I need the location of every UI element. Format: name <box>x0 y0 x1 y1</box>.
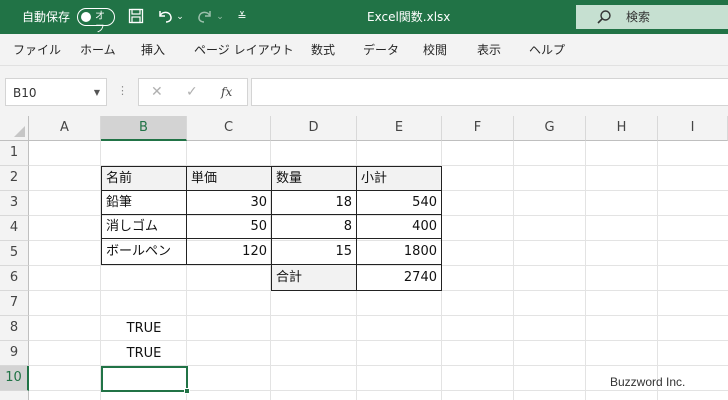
row-header-11[interactable] <box>0 391 29 400</box>
column-header-c[interactable]: C <box>187 116 271 141</box>
cell-e2[interactable]: 小計 <box>356 166 442 191</box>
redo-dropdown-icon[interactable]: ⌄ <box>215 8 225 26</box>
row-header-1[interactable]: 1 <box>0 141 29 166</box>
row-header-8[interactable]: 8 <box>0 316 29 341</box>
row-header-2[interactable]: 2 <box>0 166 29 191</box>
active-cell-b10[interactable] <box>101 366 190 394</box>
select-all-icon <box>14 126 25 137</box>
gridline <box>513 141 514 400</box>
column-header-e[interactable]: E <box>357 116 442 141</box>
formula-bar-row: B10 ▼ ⋮ ✕ ✓ fx <box>0 66 728 116</box>
name-box[interactable]: B10 ▼ <box>5 78 107 106</box>
cell-b9[interactable]: TRUE <box>101 341 187 366</box>
save-icon[interactable] <box>127 8 145 26</box>
column-header-a[interactable]: A <box>29 116 101 141</box>
cell-d3[interactable]: 18 <box>271 190 357 215</box>
cell-d5[interactable]: 15 <box>271 238 357 265</box>
cell-e3[interactable]: 540 <box>356 190 442 215</box>
tab-insert[interactable]: 挿入 <box>141 42 165 58</box>
document-title: Excel関数.xlsx <box>367 10 451 24</box>
autosave-toggle[interactable]: オフ <box>77 8 115 35</box>
title-bar: 自動保存 オフ ⌄ ⌄ ≚ Excel関数.xlsx 検索 <box>0 0 728 35</box>
row-header-6[interactable]: 6 <box>0 266 29 291</box>
column-header-g[interactable]: G <box>514 116 586 141</box>
undo-dropdown-icon[interactable]: ⌄ <box>175 8 185 26</box>
cell-c5[interactable]: 120 <box>186 238 272 265</box>
row-header-7[interactable]: 7 <box>0 291 29 316</box>
autosave-state: オフ <box>95 11 105 35</box>
fill-handle[interactable] <box>184 388 190 394</box>
formula-controls: ✕ ✓ fx <box>138 78 248 106</box>
search-box[interactable]: 検索 <box>576 5 728 29</box>
cell-c3[interactable]: 30 <box>186 190 272 215</box>
cell-d4[interactable]: 8 <box>271 214 357 239</box>
name-box-value: B10 <box>13 86 37 100</box>
column-header-i[interactable]: I <box>658 116 728 141</box>
undo-icon[interactable] <box>156 8 174 26</box>
column-header-h[interactable]: H <box>586 116 658 141</box>
cell-b2[interactable]: 名前 <box>101 166 187 191</box>
cell-e6[interactable]: 2740 <box>356 264 442 291</box>
gridline <box>585 141 586 400</box>
insert-function-icon[interactable]: fx <box>221 84 232 100</box>
toggle-knob <box>81 11 91 22</box>
tab-view[interactable]: 表示 <box>477 42 501 58</box>
cell-b4[interactable]: 消しゴム <box>101 214 187 239</box>
column-header-b[interactable]: B <box>101 116 187 141</box>
search-label: 検索 <box>626 10 651 24</box>
customize-qat-icon[interactable]: ≚ <box>236 8 248 26</box>
cell-e5[interactable]: 1800 <box>356 238 442 265</box>
chevron-down-icon[interactable]: ▼ <box>94 85 100 101</box>
row-header-9[interactable]: 9 <box>0 341 29 366</box>
row-header-5[interactable]: 5 <box>0 241 29 266</box>
ribbon-tabs: ファイル ホーム 挿入 ページ レイアウト 数式 データ 校閲 表示 ヘルプ <box>0 34 728 66</box>
redo-icon[interactable] <box>196 8 214 26</box>
tab-review[interactable]: 校閲 <box>423 42 447 58</box>
cell-c2[interactable]: 単価 <box>186 166 272 191</box>
cell-c4[interactable]: 50 <box>186 214 272 239</box>
watermark: Buzzword Inc. <box>610 375 686 389</box>
cell-d2[interactable]: 数量 <box>271 166 357 191</box>
autosave-label: 自動保存 <box>22 10 71 24</box>
cell-d6[interactable]: 合計 <box>271 264 357 291</box>
gridline <box>657 141 658 400</box>
formula-input[interactable] <box>251 78 728 106</box>
select-all-button[interactable] <box>0 116 29 141</box>
tab-formulas[interactable]: 数式 <box>311 42 335 58</box>
cell-e4[interactable]: 400 <box>356 214 442 239</box>
search-icon <box>596 9 612 29</box>
cancel-icon[interactable]: ✕ <box>151 84 163 100</box>
cell-b3[interactable]: 鉛筆 <box>101 190 187 215</box>
tab-home[interactable]: ホーム <box>80 42 116 58</box>
row-header-4[interactable]: 4 <box>0 216 29 241</box>
enter-icon[interactable]: ✓ <box>186 84 198 100</box>
cell-b8[interactable]: TRUE <box>101 316 187 341</box>
tab-help[interactable]: ヘルプ <box>529 42 565 58</box>
tab-data[interactable]: データ <box>363 42 399 58</box>
column-header-f[interactable]: F <box>442 116 514 141</box>
tab-page-layout[interactable]: ページ レイアウト <box>194 42 294 58</box>
column-header-d[interactable]: D <box>271 116 357 141</box>
row-header-10[interactable]: 10 <box>0 366 29 391</box>
row-header-3[interactable]: 3 <box>0 191 29 216</box>
cell-b5[interactable]: ボールペン <box>101 238 187 265</box>
spreadsheet-grid[interactable]: A B C D E F G H I 1 2 3 4 5 6 7 8 9 10 名… <box>0 116 728 400</box>
tab-file[interactable]: ファイル <box>13 42 61 58</box>
more-options-icon[interactable]: ⋮ <box>117 84 128 98</box>
